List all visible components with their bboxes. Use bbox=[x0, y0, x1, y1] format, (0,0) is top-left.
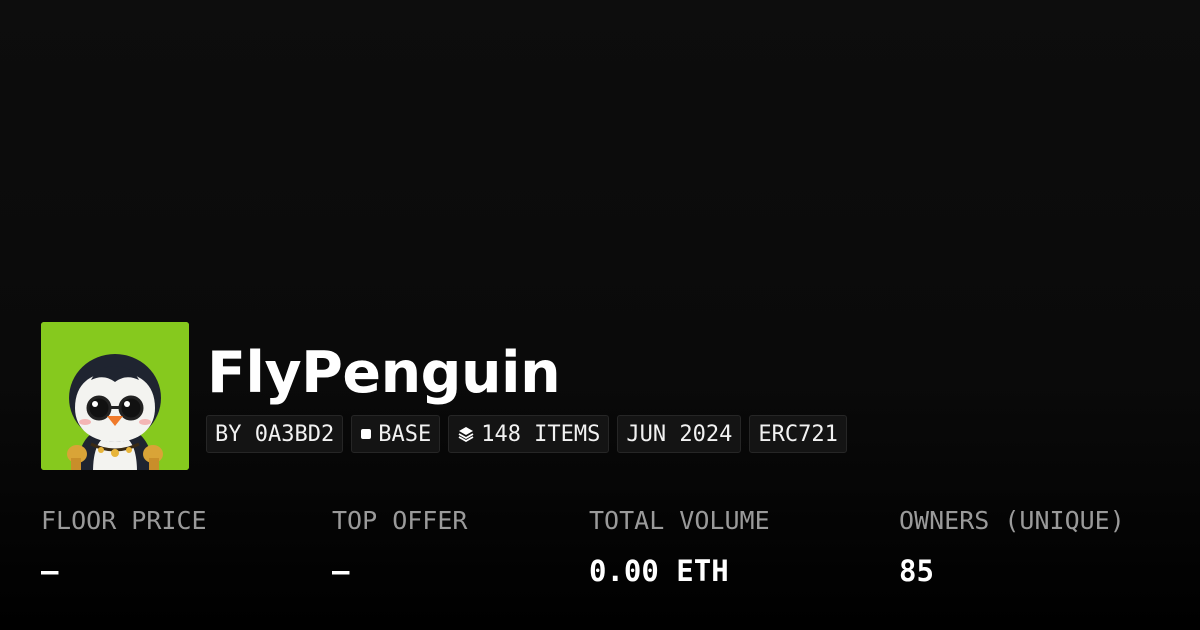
tag-items[interactable]: 148 ITEMS bbox=[448, 415, 610, 453]
tag-chain[interactable]: BASE bbox=[351, 415, 441, 453]
layers-icon bbox=[457, 425, 475, 443]
tag-creator-label: BY 0A3BD2 bbox=[215, 421, 335, 447]
collection-stats: FLOOR PRICE — TOP OFFER — TOTAL VOLUME 0… bbox=[0, 503, 1200, 603]
tag-items-label: 148 ITEMS bbox=[481, 421, 601, 447]
stat-owners-label: OWNERS (UNIQUE) bbox=[899, 506, 1125, 535]
penguin-avatar-icon bbox=[41, 322, 189, 470]
stat-floor-price-label: FLOOR PRICE bbox=[41, 506, 207, 535]
stat-top-offer-label: TOP OFFER bbox=[332, 506, 468, 535]
tag-chain-label: BASE bbox=[378, 421, 432, 447]
tag-standard: ERC721 bbox=[749, 415, 847, 453]
tag-creator[interactable]: BY 0A3BD2 bbox=[206, 415, 344, 453]
stat-total-volume-label: TOTAL VOLUME bbox=[589, 506, 770, 535]
collection-title: FlyPenguin bbox=[207, 340, 561, 406]
stat-top-offer-value: — bbox=[332, 554, 350, 588]
stat-total-volume: TOTAL VOLUME 0.00 ETH bbox=[589, 503, 770, 589]
collection-avatar bbox=[41, 322, 189, 470]
tag-standard-label: ERC721 bbox=[758, 421, 838, 447]
tag-date-label: JUN 2024 bbox=[626, 421, 733, 447]
stat-owners-value: 85 bbox=[899, 554, 934, 588]
stat-total-volume-value: 0.00 ETH bbox=[589, 554, 729, 588]
stat-owners: OWNERS (UNIQUE) 85 bbox=[899, 503, 1125, 589]
tag-date: JUN 2024 bbox=[617, 415, 742, 453]
stat-top-offer: TOP OFFER — bbox=[332, 503, 467, 589]
stat-floor-price-value: — bbox=[41, 554, 59, 588]
stat-floor-price: FLOOR PRICE — bbox=[41, 503, 207, 589]
square-icon bbox=[360, 428, 372, 440]
collection-tags: BY 0A3BD2 BASE 148 ITEMS JUN 2024 ERC721 bbox=[206, 415, 847, 455]
